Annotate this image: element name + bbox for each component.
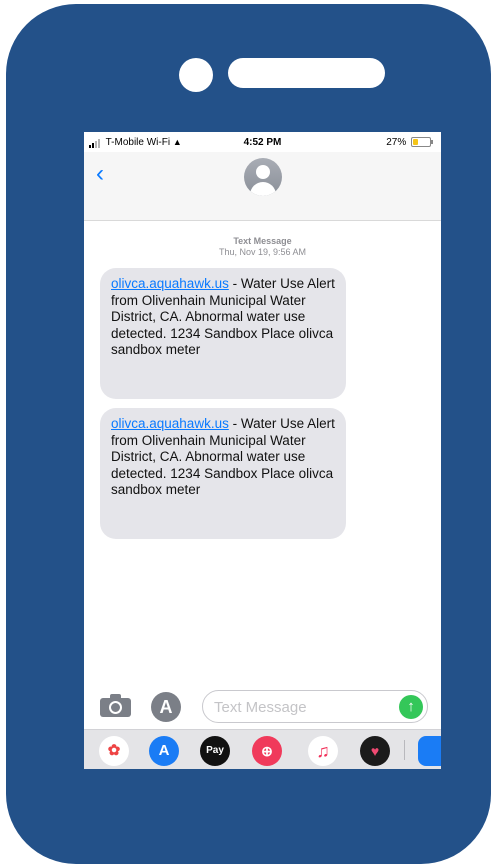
phone-screen: T-Mobile Wi-Fi ▲ 4:52 PM 27% ‹ Text Mess…	[84, 132, 441, 769]
tray-divider	[404, 740, 405, 760]
conversation-header: ‹	[84, 152, 441, 221]
message-input[interactable]	[214, 697, 384, 717]
person-silhouette-icon	[256, 165, 270, 179]
front-camera-icon	[179, 58, 213, 92]
music-app-icon[interactable]: ♫	[308, 736, 338, 766]
image-search-app-icon[interactable]: ⊕	[252, 736, 282, 766]
message-composer[interactable]: ↑	[202, 690, 428, 723]
battery-percent: 27%	[386, 137, 407, 148]
heart-app-icon[interactable]: ♥	[360, 736, 390, 766]
partial-app-icon[interactable]	[418, 736, 441, 766]
app-tray: ✿ A Pay ⊕ ♫ ♥	[84, 729, 441, 769]
app-store-icon[interactable]: A	[151, 692, 181, 722]
apple-pay-app-icon[interactable]: Pay	[200, 736, 230, 766]
app-store-app-icon[interactable]: A	[149, 736, 179, 766]
camera-icon[interactable]	[100, 693, 131, 717]
photos-app-icon[interactable]: ✿	[99, 736, 129, 766]
status-bar: T-Mobile Wi-Fi ▲ 4:52 PM 27%	[84, 132, 441, 152]
message-bubble[interactable]: olivca.aquahawk.us - Water Use Alert fro…	[100, 408, 346, 539]
battery-icon	[411, 137, 433, 148]
speaker-grille	[228, 58, 385, 88]
message-timestamp: Thu, Nov 19, 9:56 AM	[218, 247, 307, 257]
conversation-meta: Text Message Thu, Nov 19, 9:56 AM	[84, 236, 441, 258]
arrow-up-icon[interactable]: ↑	[399, 695, 423, 719]
phone-frame: T-Mobile Wi-Fi ▲ 4:52 PM 27% ‹ Text Mess…	[6, 4, 491, 864]
message-type-label: Text Message	[233, 236, 292, 246]
chevron-left-icon[interactable]: ‹	[96, 162, 104, 186]
message-link[interactable]: olivca.aquahawk.us	[111, 416, 229, 431]
message-bubble[interactable]: olivca.aquahawk.us - Water Use Alert fro…	[100, 268, 346, 399]
message-link[interactable]: olivca.aquahawk.us	[111, 276, 229, 291]
avatar[interactable]	[244, 158, 282, 196]
